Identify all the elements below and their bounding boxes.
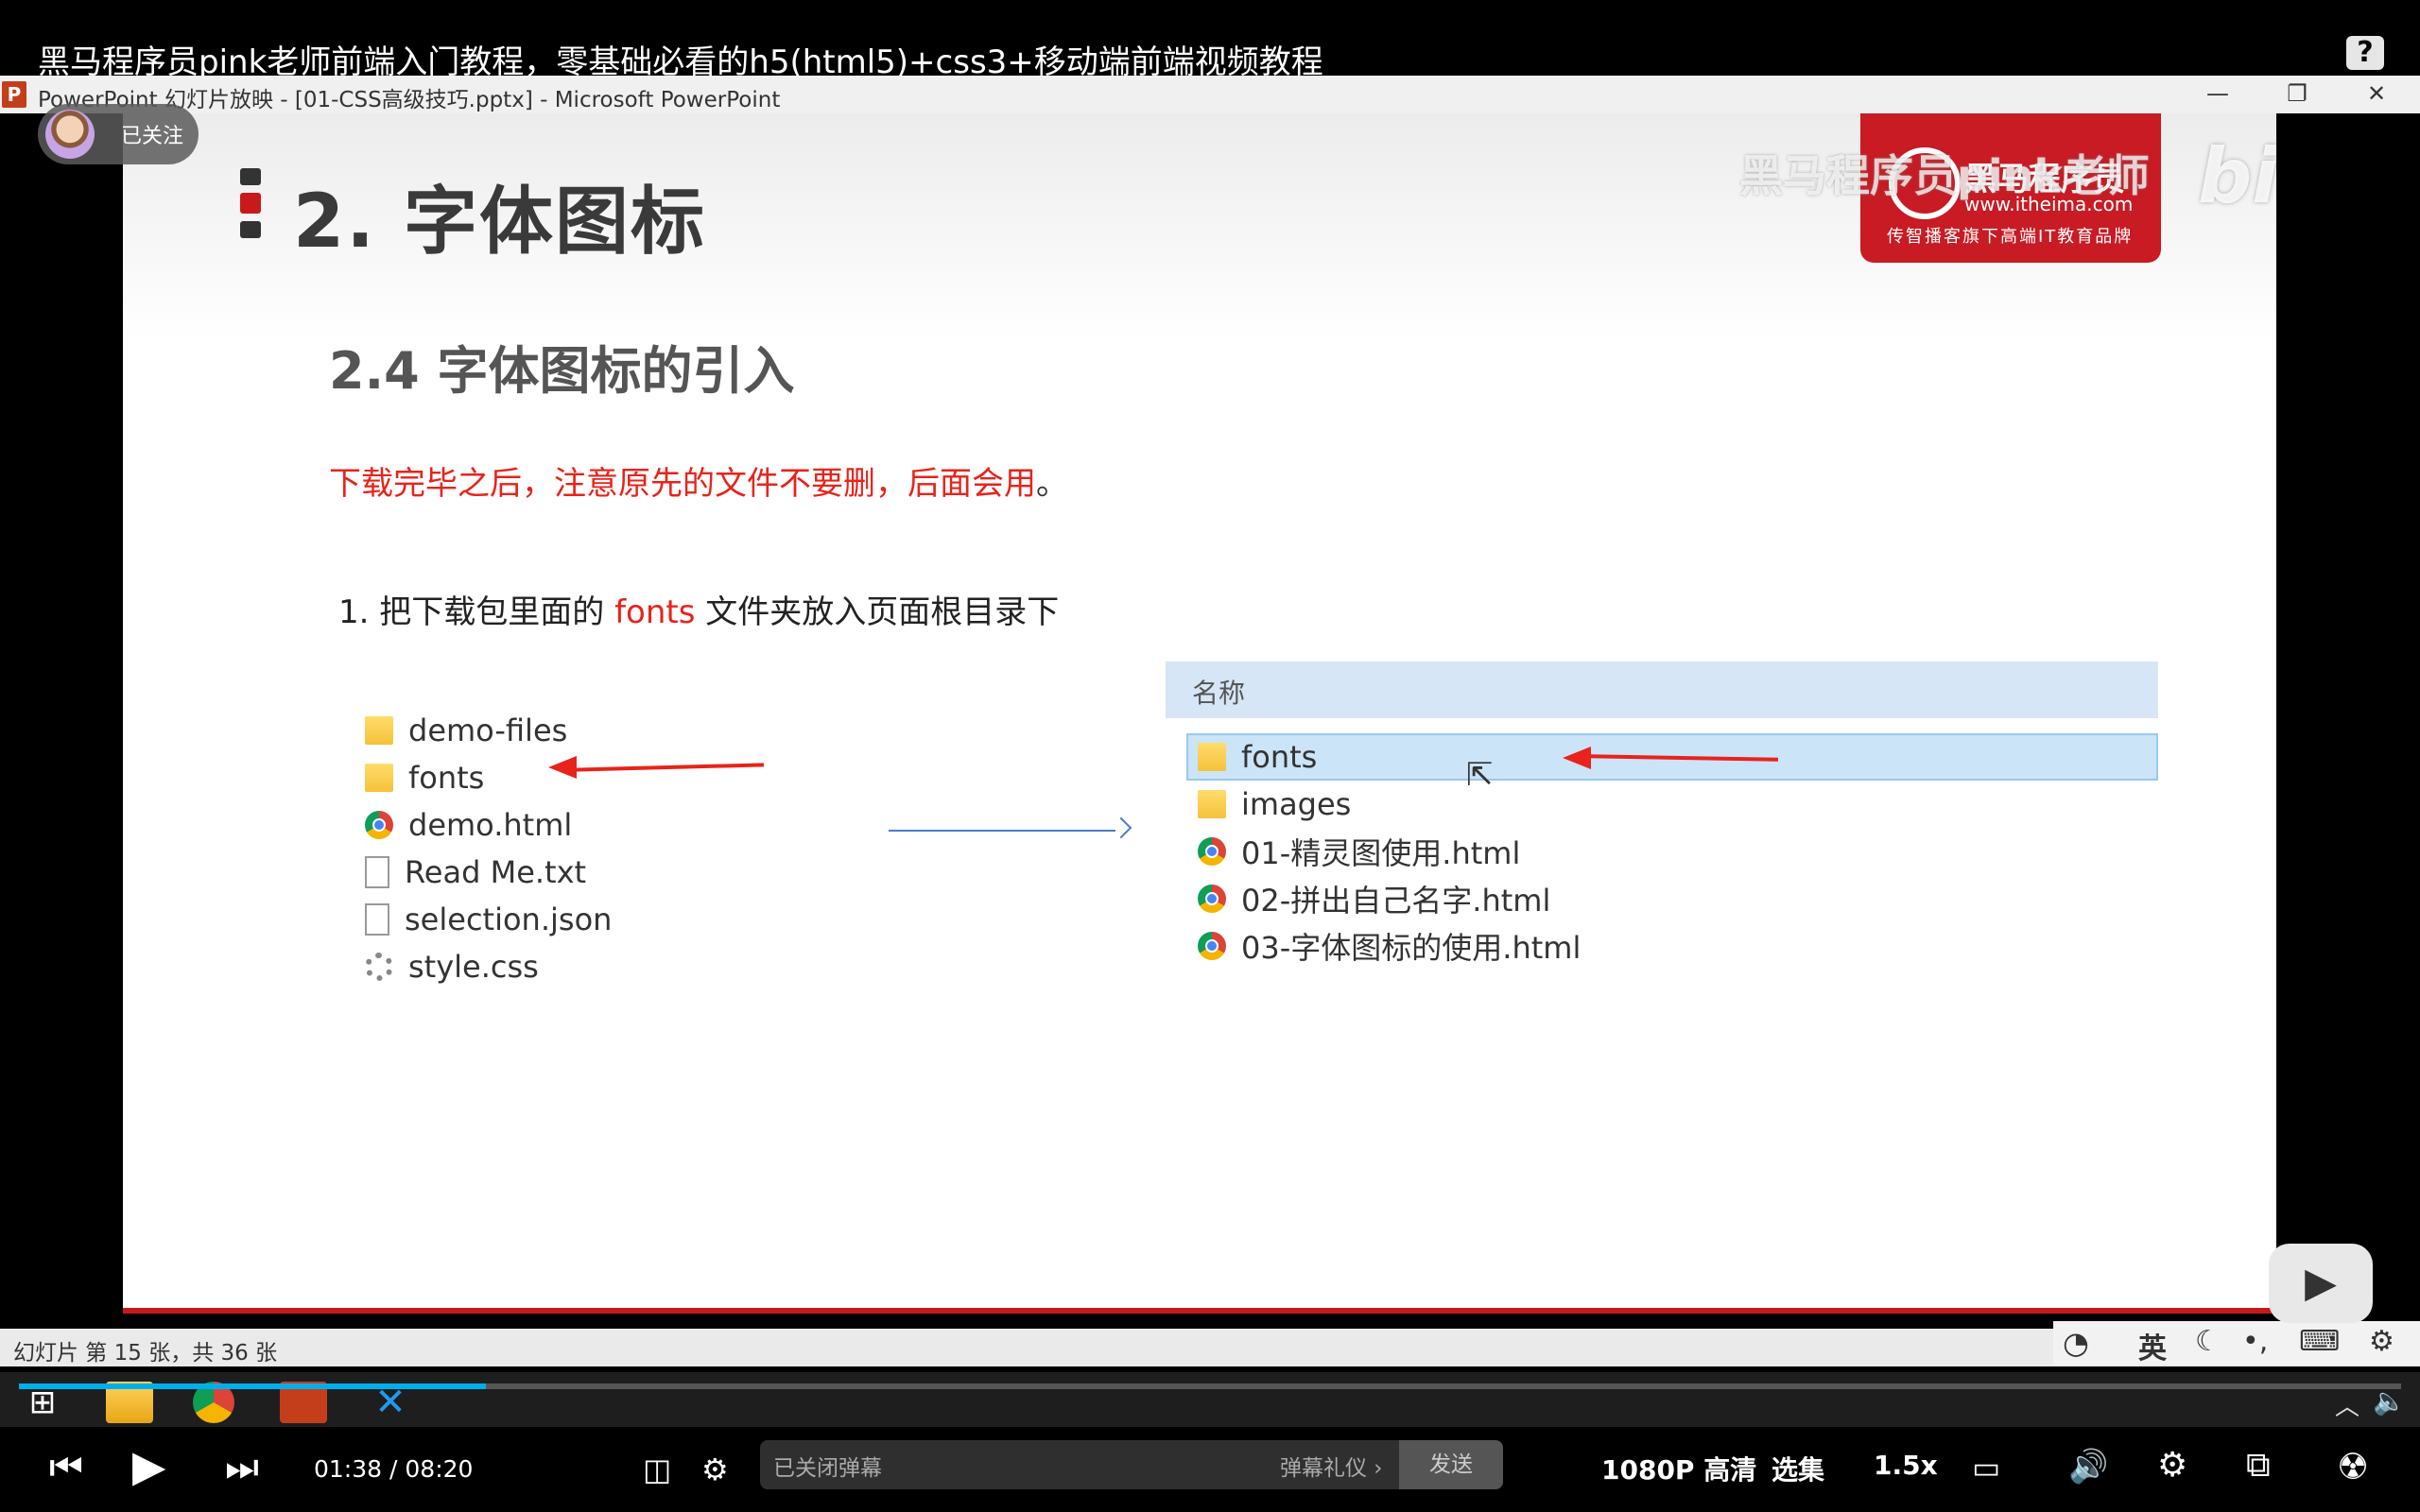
episodes-button[interactable]: 选集 <box>1772 1450 1824 1487</box>
play-icon[interactable]: ▶ <box>132 1440 165 1491</box>
chrome-icon <box>1198 885 1226 913</box>
chrome-icon <box>1198 837 1226 866</box>
chrome-icon <box>1198 932 1226 960</box>
step-instruction: 1. 把下载包里面的 fonts 文件夹放入页面根目录下 <box>338 586 1059 632</box>
picture-in-picture-icon[interactable]: ⧉ <box>2246 1446 2271 1486</box>
red-arrow-right-icon <box>1563 747 1591 769</box>
time-separator: / <box>389 1455 398 1483</box>
list-item: style.css <box>365 943 743 990</box>
list-item: images <box>1198 781 1954 828</box>
folder-icon <box>1198 790 1226 818</box>
windows-taskbar: ⊞ ✕ ︿ 🔈 <box>0 1372 2420 1431</box>
settings-gear-icon[interactable]: ⚙ <box>2157 1446 2187 1485</box>
total-time: 08:20 <box>405 1455 474 1483</box>
subtitle-off-icon[interactable]: ▭ <box>1972 1450 2000 1486</box>
download-package-list: demo-files fonts demo.html Read Me.txt s… <box>365 707 743 990</box>
list-item: 02-拼出自己名字.html <box>1198 875 1954 922</box>
progress-fill[interactable] <box>19 1383 486 1389</box>
current-time: 01:38 <box>314 1455 383 1483</box>
file-name: images <box>1241 786 1352 822</box>
speed-selector[interactable]: 1.5x <box>1874 1450 1938 1481</box>
ime-toolbar: ◔ 英 ☾ •, ⌨ ⚙ <box>2053 1321 2420 1366</box>
tray-chevron-icon[interactable]: ︿ <box>2335 1387 2360 1422</box>
blue-arrow-line <box>889 830 1115 832</box>
file-name: 02-拼出自己名字.html <box>1241 883 1551 919</box>
step-prefix: 1. 把下载包里面的 <box>338 593 615 631</box>
slide: 2. 字体图标 黑马程序员 www.itheima.com 传智播客旗下高端IT… <box>123 113 2276 1314</box>
file-name: demo.html <box>408 807 573 843</box>
avatar[interactable] <box>45 110 95 159</box>
close-button[interactable]: ✕ <box>2348 77 2405 110</box>
fullscreen-icon[interactable]: ☢ <box>2337 1446 2369 1487</box>
list-item: Read Me.txt <box>365 849 743 896</box>
mouse-cursor-icon: ⇱ <box>1466 756 1494 794</box>
follow-pill[interactable]: 已关注 <box>38 104 199 164</box>
file-icon <box>365 903 389 936</box>
slide-title: 2. 字体图标 <box>293 180 707 265</box>
title-accent-icon <box>240 168 261 246</box>
ppt-title-bar: P PowerPoint 幻灯片放映 - [01-CSS高级技巧.pptx] -… <box>0 76 2420 113</box>
list-item: 01-精灵图使用.html <box>1198 828 1954 875</box>
file-name: demo-files <box>408 713 568 748</box>
danmaku-bar: 已关闭弹幕 弹幕礼仪 › 发送 <box>760 1440 1503 1489</box>
danmaku-input[interactable]: 已关闭弹幕 <box>773 1450 882 1482</box>
column-header-name: 名称 <box>1192 678 1246 709</box>
file-name: style.css <box>408 949 539 985</box>
note-text: 下载完毕之后，注意原先的文件不要删，后面会用 <box>329 465 1036 503</box>
moon-icon[interactable]: ☾ <box>2195 1325 2221 1358</box>
danmaku-settings-icon[interactable]: ⚙ <box>701 1452 729 1487</box>
follow-status: 已关注 <box>121 125 184 148</box>
slide-note: 下载完毕之后，注意原先的文件不要删，后面会用。 <box>329 457 1068 504</box>
list-item: demo-files <box>365 707 743 754</box>
slide-counter: 幻灯片 第 15 张，共 36 张 <box>13 1341 278 1366</box>
player-controls: ⏮ ▶ ⏭ 01:38 / 08:20 ◫ ⚙ 已关闭弹幕 弹幕礼仪 › 发送 … <box>0 1427 2420 1512</box>
folder-icon <box>365 764 393 792</box>
uploader-watermark: 黑马程序员pink老师 <box>1739 150 2151 201</box>
slide-footer-bar <box>123 1308 2276 1314</box>
step-highlight: fonts <box>614 593 696 631</box>
list-item: 03-字体图标的使用.html <box>1198 922 1954 970</box>
minimize-button[interactable]: — <box>2189 77 2246 110</box>
list-item: demo.html <box>365 801 743 849</box>
time-display: 01:38 / 08:20 <box>314 1455 473 1483</box>
ime-language-toggle[interactable]: 英 <box>2138 1325 2167 1366</box>
css-file-icon <box>365 953 393 981</box>
keyboard-icon[interactable]: ⌨ <box>2299 1325 2340 1358</box>
file-name: 03-字体图标的使用.html <box>1241 930 1582 966</box>
file-name: 01-精灵图使用.html <box>1241 835 1521 871</box>
list-item: selection.json <box>365 896 743 943</box>
slide-subtitle: 2.4 字体图标的引入 <box>329 341 795 401</box>
ime-logo-icon[interactable]: ◔ <box>2063 1325 2089 1361</box>
file-name: selection.json <box>405 902 613 937</box>
bilibili-tv-icon[interactable]: ▶ <box>2269 1244 2373 1323</box>
restore-button[interactable]: ❐ <box>2269 77 2325 110</box>
bilibili-watermark: bilibili <box>2198 132 2276 220</box>
text-file-icon <box>365 856 389 888</box>
explorer-header: 名称 <box>1166 662 2158 718</box>
note-period: 。 <box>1036 465 1068 503</box>
blue-arrow-head-icon <box>1110 816 1132 839</box>
folder-icon <box>1198 743 1226 771</box>
volume-tray-icon[interactable]: 🔈 <box>2373 1385 2406 1417</box>
file-name: fonts <box>408 760 485 796</box>
gear-icon[interactable]: ⚙ <box>2369 1325 2394 1358</box>
help-button[interactable]: ? <box>2346 36 2384 70</box>
red-arrow-left-icon <box>548 756 577 779</box>
danmaku-toggle-icon[interactable]: ◫ <box>643 1452 671 1487</box>
step-suffix: 文件夹放入页面根目录下 <box>695 593 1060 631</box>
volume-icon[interactable]: 🔊 <box>2068 1448 2108 1486</box>
file-name: fonts <box>1241 739 1318 775</box>
logo-slogan: 传智播客旗下高端IT教育品牌 <box>1887 227 2134 247</box>
send-button[interactable]: 发送 <box>1399 1440 1503 1489</box>
danmaku-etiquette-link[interactable]: 弹幕礼仪 › <box>1280 1450 1383 1482</box>
punctuation-icon[interactable]: •, <box>2242 1325 2268 1358</box>
folder-icon <box>365 716 393 745</box>
chrome-icon <box>365 811 393 839</box>
previous-icon[interactable]: ⏮ <box>49 1446 83 1489</box>
file-name: Read Me.txt <box>405 854 587 890</box>
powerpoint-icon: P <box>2 81 26 108</box>
next-icon[interactable]: ⏭ <box>225 1446 259 1489</box>
file-explorer-panel: 名称 fonts images 01-精灵图使用.html 02-拼出自己名字.… <box>1166 662 2158 983</box>
quality-selector[interactable]: 1080P 高清 <box>1601 1450 1756 1487</box>
